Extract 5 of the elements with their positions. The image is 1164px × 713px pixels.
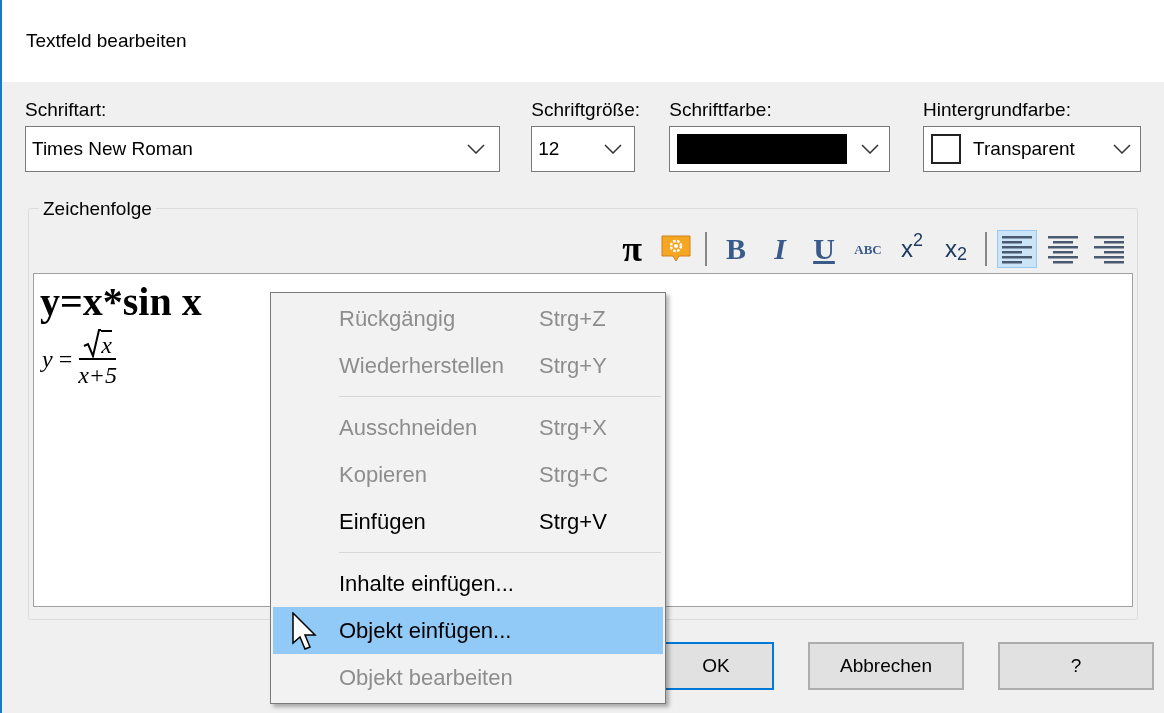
editor-text: y=x*sin x (40, 280, 202, 324)
field-label: Hintergrundfarbe: (923, 98, 1072, 122)
field-label: Schriftart: (25, 98, 108, 122)
window-title: Textfeld bearbeiten (26, 28, 187, 53)
field-label: Schriftfarbe: (669, 98, 773, 122)
